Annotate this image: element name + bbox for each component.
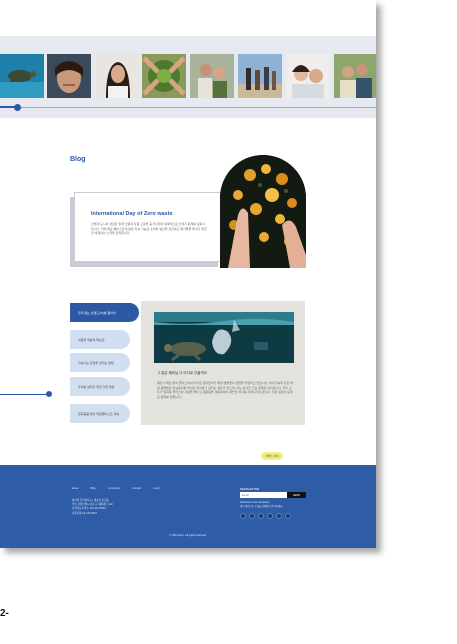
blog-card[interactable]: International Day of Zero waste 산업과 도시의 …: [74, 192, 222, 262]
instagram-icon[interactable]: [249, 513, 255, 519]
event-cta-button[interactable]: 이벤트 참여: [261, 452, 283, 460]
photo-girls-friends[interactable]: [190, 54, 234, 98]
newsletter-description: Subscribe to our Newsletter 제로 웨이스트 소식을 …: [240, 501, 306, 508]
kakao-icon[interactable]: [285, 513, 291, 519]
newsletter-send-button[interactable]: SEND: [287, 492, 306, 498]
footer-link-about[interactable]: about: [72, 487, 79, 490]
facebook-icon[interactable]: [240, 513, 246, 519]
figure-number: 2-: [0, 608, 9, 619]
nav-item-5[interactable]: 일회용품 없이 제로웨이스트 계획: [70, 404, 130, 423]
blog-heading: Blog: [70, 156, 86, 163]
photo-sea-turtle[interactable]: [0, 54, 44, 98]
website-mockup: Blog International Day of Zero waste 산업과…: [0, 0, 376, 548]
stage: Blog International Day of Zero waste 산업과…: [0, 0, 457, 644]
blog-icon[interactable]: [276, 513, 282, 519]
nav-item-3[interactable]: 지속가능 환경을 살리는 방법: [70, 353, 130, 372]
footer: about Blog community Contact event 회사명 우…: [0, 465, 376, 548]
blog-image-hands-flowers: [220, 155, 306, 268]
footer-nav: about Blog community Contact event: [72, 487, 160, 490]
social-links: [240, 513, 291, 519]
photo-two-women[interactable]: [286, 54, 330, 98]
newsletter-desc-line: 제로 웨이스트 소식을 이메일로 받아보세요.: [240, 504, 283, 508]
photo-portrait-1[interactable]: [47, 54, 91, 98]
strip-slider-handle[interactable]: [14, 104, 21, 111]
footer-info-line: 대표전화 02-123-4567: [72, 511, 97, 515]
article-image-turtle: [154, 312, 294, 363]
article-text: 매년 수백만 톤의 플라스틱이 바다로 흘러들어가 해양 생물들의 생명을 위협…: [157, 381, 293, 399]
nav-connector-line: [0, 394, 48, 395]
nav-item-2[interactable]: 내용을 세분적 확보된: [70, 330, 130, 349]
photo-strip: [0, 36, 376, 118]
nav-connector-dot: [46, 391, 52, 397]
nav-item-1[interactable]: 우리 없는 브랜드(이)를 알아서: [70, 303, 139, 322]
footer-link-community[interactable]: community: [108, 487, 121, 490]
photo-friends-outdoor[interactable]: [334, 54, 376, 98]
footer-link-event[interactable]: event: [153, 487, 159, 490]
strip-divider: [0, 107, 376, 108]
photo-group-walking[interactable]: [238, 54, 282, 98]
footer-link-contact[interactable]: Contact: [132, 487, 141, 490]
footer-link-blog[interactable]: Blog: [91, 487, 96, 490]
nav-item-4[interactable]: 우리를 살리기 위한 다른 행동: [70, 377, 130, 396]
copyright: © 2024 Zero. All rights reserved.: [169, 534, 207, 537]
photo-hands-plant[interactable]: [142, 54, 186, 98]
footer-company-info: 회사명 우리의지구 | 대표자 홍길동 주소 서울특별시 종로구 세종대로 12…: [72, 499, 113, 516]
blog-card-text: 산업과 도시의 성장은 환경 오염과 자원 고갈을 증가시키며 세계적으로 쓰레…: [91, 222, 207, 235]
newsletter-title: NEWSLETTER: [240, 487, 260, 491]
newsletter-email-input[interactable]: [240, 492, 287, 498]
youtube-icon[interactable]: [267, 513, 273, 519]
twitter-icon[interactable]: [258, 513, 264, 519]
blog-card-title: International Day of Zero waste: [91, 211, 173, 217]
photo-portrait-2[interactable]: [96, 54, 140, 98]
article-title: 그 많은 폐비닐 다 어디로 갔을까요: [157, 371, 207, 375]
